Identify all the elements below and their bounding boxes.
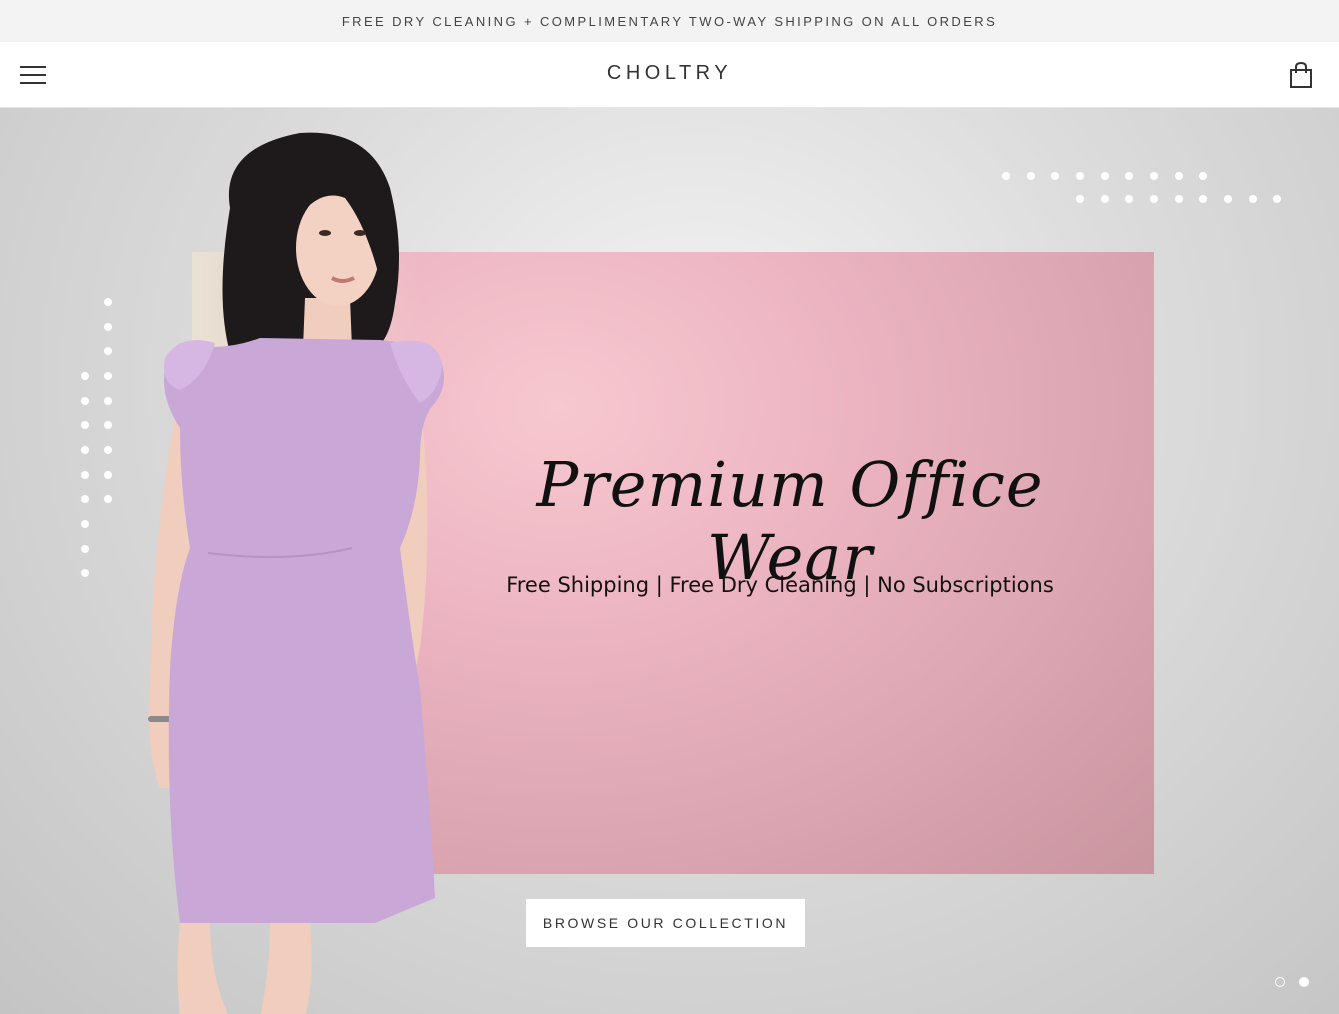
hero-slideshow: Premium Office Wear Free Shipping | Free… bbox=[0, 108, 1339, 1014]
slide-2-dot[interactable] bbox=[1299, 977, 1309, 987]
decorative-dots-top-right bbox=[1002, 172, 1292, 212]
browse-collection-button[interactable]: BROWSE OUR COLLECTION bbox=[526, 899, 805, 947]
announcement-bar: FREE DRY CLEANING + COMPLIMENTARY TWO-WA… bbox=[0, 0, 1339, 42]
site-header: CHOLTRY bbox=[0, 42, 1339, 108]
browse-collection-label: BROWSE OUR COLLECTION bbox=[542, 915, 789, 931]
brand-logo[interactable]: CHOLTRY bbox=[0, 62, 1339, 85]
announcement-text: FREE DRY CLEANING + COMPLIMENTARY TWO-WA… bbox=[341, 13, 998, 29]
slide-1-dot[interactable] bbox=[1275, 977, 1285, 987]
model-in-lilac-dress-image bbox=[148, 132, 444, 1014]
hero-subtitle: Free Shipping | Free Dry Cleaning | No S… bbox=[506, 573, 1054, 597]
shopping-bag-icon[interactable] bbox=[1289, 62, 1313, 88]
decorative-dots-left bbox=[80, 298, 120, 588]
